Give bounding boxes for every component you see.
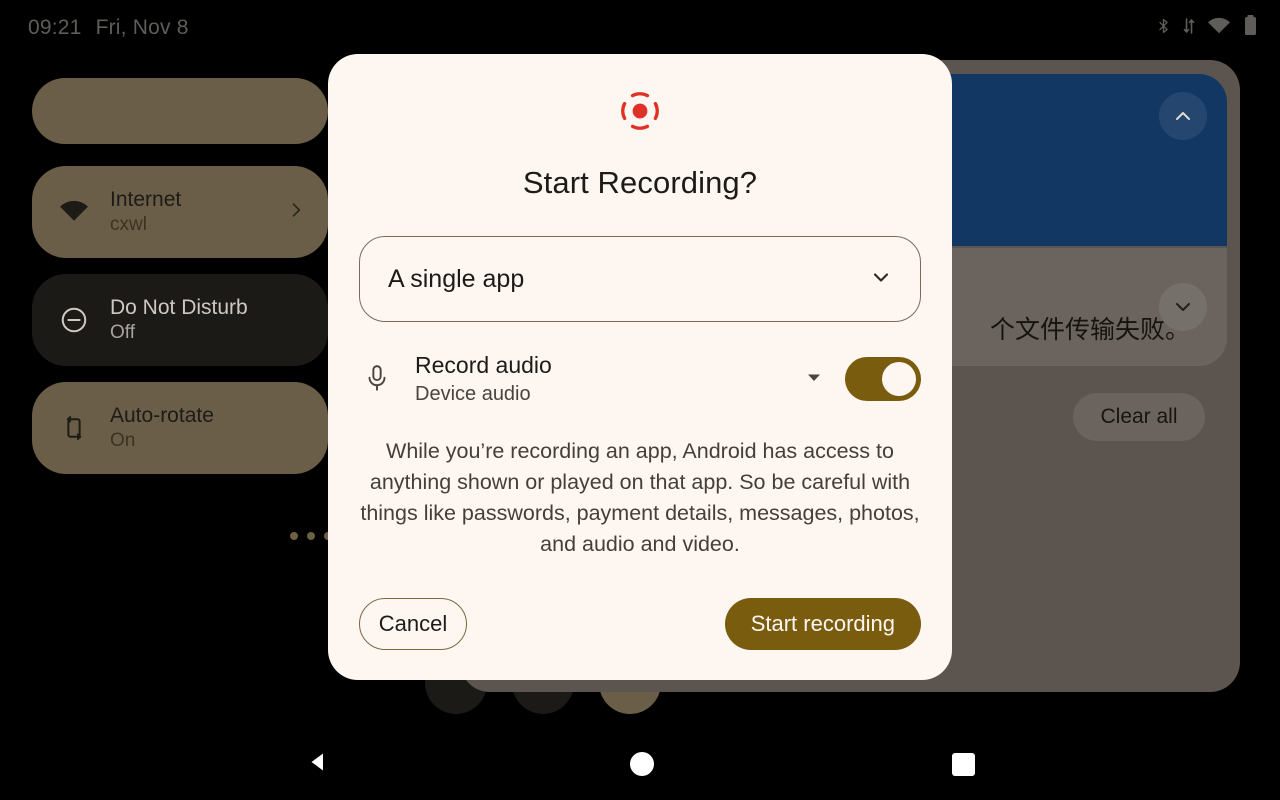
quick-settings-panel: Internet cxwl Do Not Disturb Off Auto-ro… <box>32 78 328 490</box>
quick-settings-tile-text: Internet cxwl <box>110 187 181 237</box>
navigation-bar <box>0 728 1280 800</box>
recents-square-icon[interactable] <box>952 752 975 776</box>
status-bar-icons <box>1155 14 1258 43</box>
quick-settings-tile-internet[interactable]: Internet cxwl <box>32 166 328 258</box>
do-not-disturb-icon <box>54 305 94 335</box>
status-bar: 09:21 Fri, Nov 8 <box>0 0 1280 56</box>
tile-title: Internet <box>110 188 182 211</box>
caret-down-icon[interactable] <box>805 368 823 391</box>
record-audio-toggle[interactable] <box>845 357 921 401</box>
start-recording-dialog: Start Recording? A single app Record aud… <box>328 54 952 680</box>
android-screen: Internet cxwl Do Not Disturb Off Auto-ro… <box>0 0 1280 800</box>
status-bar-left: 09:21 Fri, Nov 8 <box>28 16 189 40</box>
recording-source-value: A single app <box>388 264 525 293</box>
toggle-knob <box>882 362 916 396</box>
data-transfer-icon <box>1183 16 1195 41</box>
quick-settings-tile-text: Do Not Disturb Off <box>110 295 248 345</box>
record-audio-row[interactable]: Record audio Device audio <box>359 348 921 410</box>
dialog-title: Start Recording? <box>522 165 758 200</box>
recording-source-select[interactable]: A single app <box>359 236 921 322</box>
record-audio-labels: Record audio Device audio <box>415 351 552 407</box>
recording-disclaimer: While you’re recording an app, Android h… <box>360 439 920 556</box>
quick-settings-tile-text: Auto-rotate On <box>110 403 214 453</box>
quick-settings-tile-auto-rotate[interactable]: Auto-rotate On <box>32 382 328 474</box>
tile-subtitle: Off <box>110 322 135 343</box>
tile-subtitle: On <box>110 430 136 451</box>
tile-title: Auto-rotate <box>110 404 214 427</box>
tile-title: Do Not Disturb <box>110 296 248 319</box>
status-clock: 09:21 <box>28 16 82 39</box>
bluetooth-icon <box>1155 15 1172 42</box>
back-triangle-icon[interactable] <box>305 749 331 780</box>
start-recording-button[interactable]: Start recording <box>724 598 921 650</box>
quick-settings-page-indicator <box>290 532 332 540</box>
chevron-down-icon[interactable] <box>869 265 893 294</box>
page-dot <box>290 532 298 540</box>
notification-text: 个文件传输失败。 <box>989 316 1190 344</box>
chevron-up-icon[interactable] <box>1159 92 1207 140</box>
record-audio-title: Record audio <box>415 352 552 378</box>
chevron-right-icon[interactable] <box>286 200 306 225</box>
screen-record-icon <box>619 90 661 137</box>
battery-icon <box>1243 14 1258 43</box>
home-circle-icon[interactable] <box>629 752 654 776</box>
dialog-actions: Cancel Start recording <box>359 598 921 650</box>
quick-settings-tile-partial[interactable] <box>32 78 328 144</box>
wifi-icon <box>54 196 94 228</box>
status-date: Fri, Nov 8 <box>95 16 189 39</box>
auto-rotate-icon <box>54 413 94 443</box>
record-audio-subtitle: Device audio <box>415 383 531 405</box>
cancel-button[interactable]: Cancel <box>359 598 467 650</box>
quick-settings-tile-do-not-disturb[interactable]: Do Not Disturb Off <box>32 274 328 366</box>
clear-all-button[interactable]: Clear all <box>1073 393 1205 441</box>
tile-subtitle: cxwl <box>110 214 147 235</box>
wifi-icon <box>1206 16 1232 41</box>
page-dot <box>307 532 315 540</box>
microphone-icon <box>359 364 395 394</box>
